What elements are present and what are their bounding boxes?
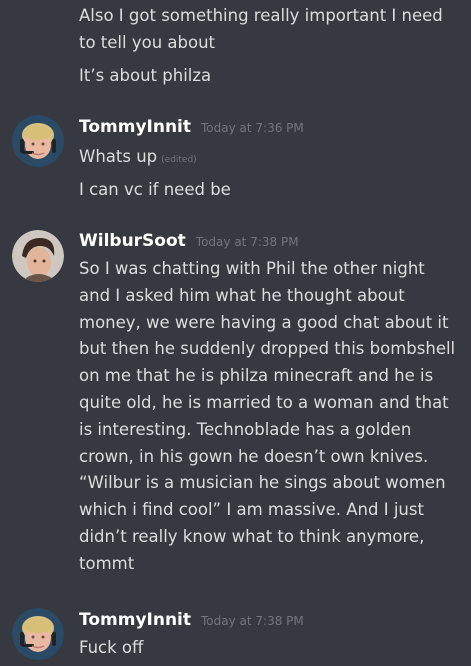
message-header: TommyInnit Today at 7:38 PM	[79, 610, 304, 630]
username[interactable]: WilburSoot	[79, 231, 186, 251]
avatar[interactable]	[12, 230, 64, 282]
message-text: I can vc if need be	[79, 180, 231, 199]
message-text: So I was chatting with Phil the other ni…	[79, 259, 456, 573]
message-content: Whats up	[79, 147, 158, 166]
avatar[interactable]	[12, 608, 64, 660]
edited-label: (edited)	[161, 155, 197, 165]
message-text: It’s about philza	[79, 66, 212, 85]
timestamp: Today at 7:36 PM	[201, 121, 304, 135]
timestamp: Today at 7:38 PM	[201, 614, 304, 628]
avatar-image	[12, 230, 64, 282]
avatar[interactable]	[12, 115, 64, 167]
message-text: Whats up (edited)	[79, 144, 463, 173]
chat-messages: Also I got something really important I …	[0, 0, 471, 666]
username[interactable]: TommyInnit	[79, 117, 191, 137]
avatar-image	[12, 115, 64, 167]
message-header: TommyInnit Today at 7:36 PM	[79, 117, 304, 137]
message-text: Fuck off	[79, 638, 144, 657]
message-text: Also I got something really important I …	[79, 6, 443, 25]
timestamp: Today at 7:38 PM	[195, 235, 299, 249]
message-header: WilburSoot Today at 7:38 PM	[79, 231, 299, 251]
username[interactable]: TommyInnit	[79, 610, 191, 630]
avatar-image	[12, 608, 64, 660]
message-text: to tell you about	[79, 33, 216, 52]
